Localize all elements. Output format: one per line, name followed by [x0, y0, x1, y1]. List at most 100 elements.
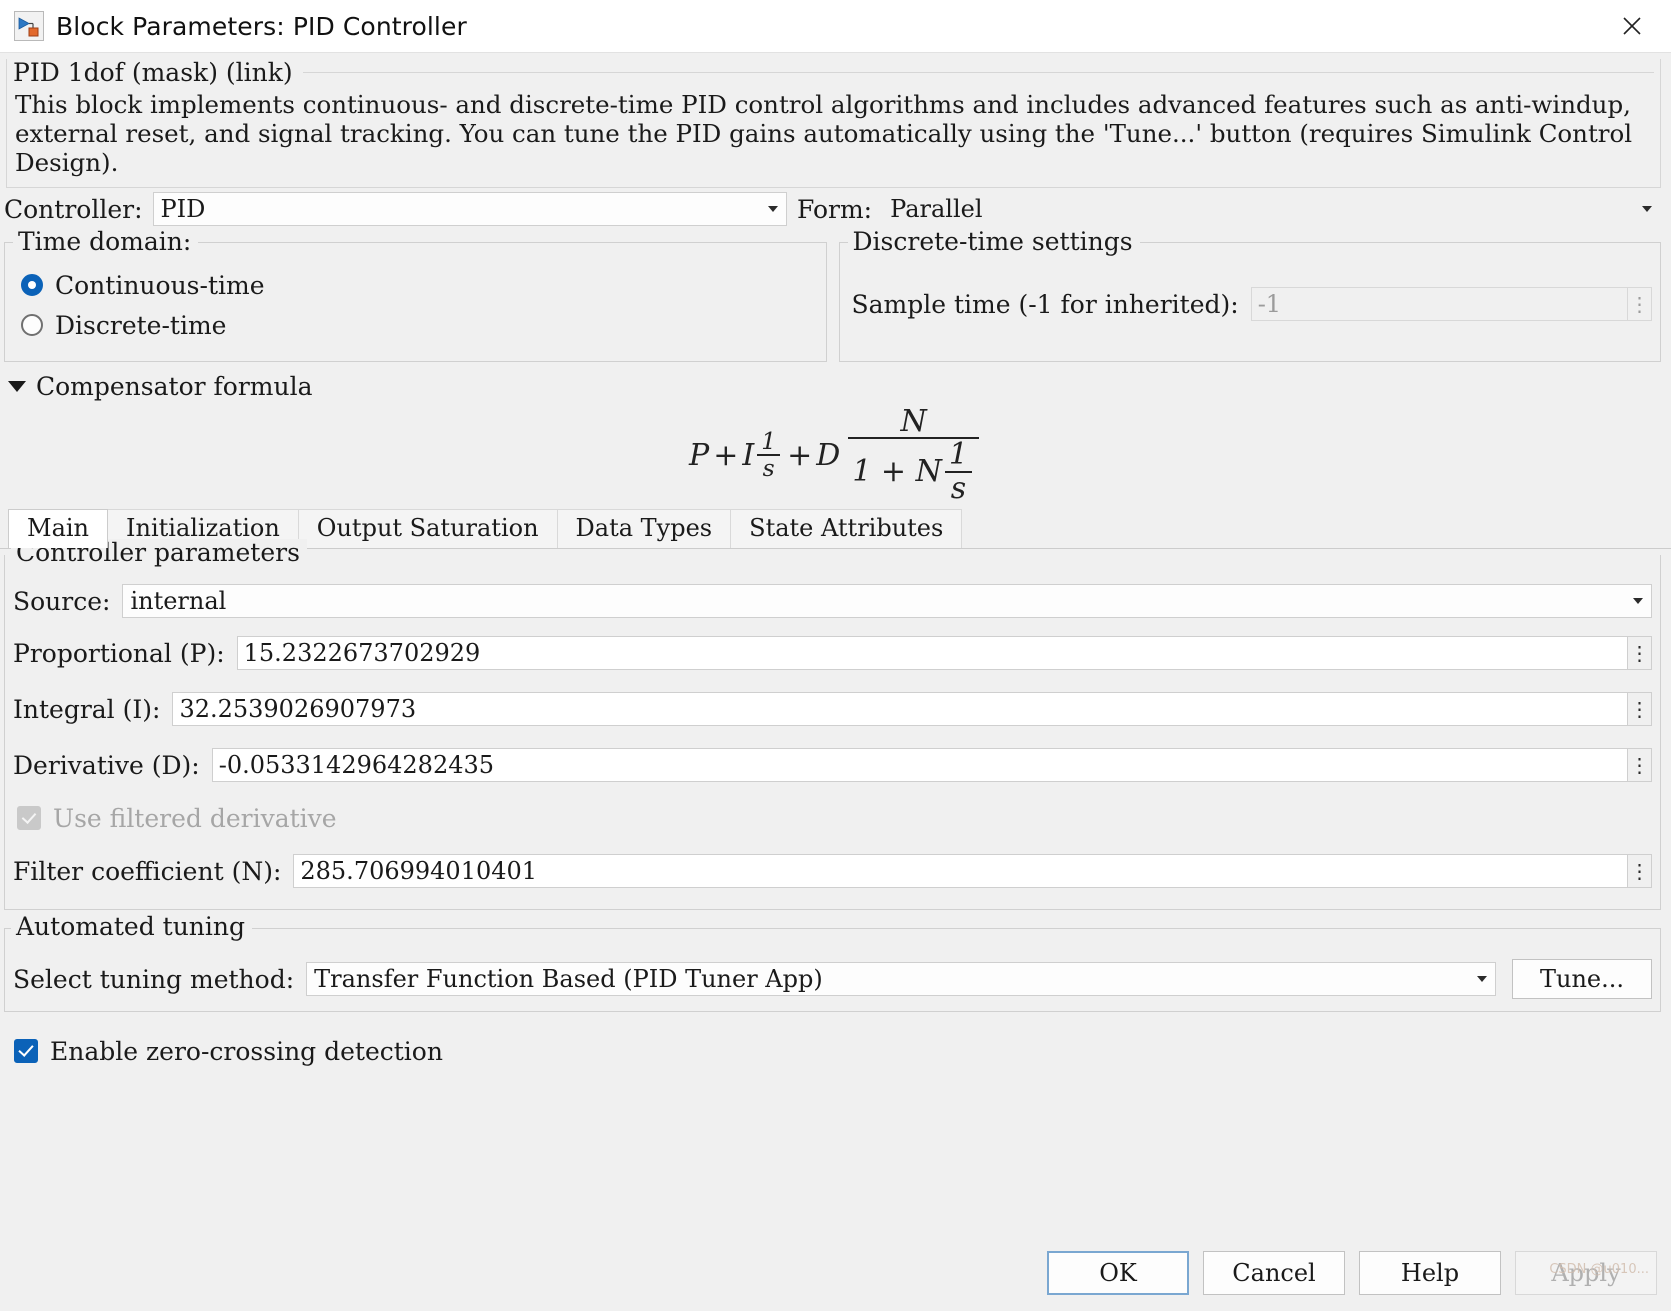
tune-button[interactable]: Tune... [1512, 959, 1652, 999]
formula-plus-1: + [713, 437, 739, 473]
formula-d-den-lead: 1 + N [852, 454, 942, 489]
formula-d-den-numerator: 1 [948, 437, 968, 473]
source-dropdown[interactable]: internal [122, 584, 1652, 618]
formula-plus-2: + [787, 437, 813, 473]
discrete-settings-legend: Discrete-time settings [847, 228, 1140, 256]
integral-spinner[interactable]: ⋮ [1628, 692, 1652, 726]
derivative-input[interactable]: -0.0533142964282435 [211, 748, 1628, 782]
form-label: Form: [797, 194, 873, 224]
controller-dropdown[interactable]: PID [152, 192, 787, 226]
form-field-group: Form: Parallel [787, 192, 1661, 226]
sample-time-input[interactable]: -1 [1250, 287, 1628, 321]
formula-d: D [816, 437, 841, 473]
filter-coefficient-input[interactable]: 285.706994010401 [293, 854, 1628, 888]
compensator-formula-toggle[interactable]: Compensator formula [0, 362, 1671, 401]
help-button[interactable]: Help [1359, 1251, 1501, 1295]
radio-continuous-time[interactable]: Continuous-time [17, 265, 814, 305]
chevron-down-icon [1633, 598, 1643, 604]
tuning-method-value: Transfer Function Based (PID Tuner App) [314, 965, 823, 993]
radio-discrete-time[interactable]: Discrete-time [17, 305, 814, 345]
use-filtered-derivative-checkbox[interactable]: Use filtered derivative [13, 793, 1652, 843]
mask-legend-label: PID 1dof (mask) (link) [13, 57, 303, 87]
formula-i: I [742, 437, 755, 473]
tuning-method-dropdown[interactable]: Transfer Function Based (PID Tuner App) [306, 962, 1496, 996]
mask-description-text: This block implements continuous- and di… [15, 90, 1633, 177]
form-value: Parallel [890, 195, 983, 223]
compensator-formula-display: P + I 1 s + D N 1 + N 1 s [0, 401, 1671, 509]
mask-legend-rule [302, 71, 1654, 73]
proportional-value: 15.2322673702929 [243, 639, 481, 667]
title-bar: Block Parameters: PID Controller [0, 0, 1671, 53]
mask-legend: PID 1dof (mask) (link) [13, 57, 1654, 87]
radio-continuous-time-label: Continuous-time [55, 270, 265, 300]
controller-label: Controller: [4, 194, 143, 224]
use-filtered-derivative-label: Use filtered derivative [53, 803, 337, 833]
dialog-body: PID 1dof (mask) (link) This block implem… [0, 53, 1671, 1311]
select-tuning-method-label: Select tuning method: [13, 964, 295, 994]
tab-output-saturation[interactable]: Output Saturation [297, 509, 558, 548]
source-value: internal [130, 587, 227, 615]
main-tab-panel: Controller parameters Source: internal P… [0, 539, 1671, 1076]
block-parameters-dialog: Block Parameters: PID Controller PID 1do… [0, 0, 1671, 1311]
compensator-formula: P + I 1 s + D N 1 + N 1 s [689, 406, 982, 505]
chevron-down-icon [768, 206, 778, 212]
simulink-block-icon [14, 11, 44, 41]
checkbox-checked-icon [14, 1039, 38, 1063]
sample-time-value: -1 [1257, 290, 1282, 318]
formula-d-numerator: N [900, 403, 927, 439]
enable-zero-crossing-checkbox[interactable]: Enable zero-crossing detection [4, 1026, 1661, 1076]
formula-d-denominator: 1 + N 1 s [848, 439, 979, 504]
radio-on-icon [21, 274, 43, 296]
filter-coefficient-spinner[interactable]: ⋮ [1628, 854, 1652, 888]
dialog-footer: OK Cancel Help Apply [0, 1235, 1671, 1311]
compensator-formula-label: Compensator formula [36, 372, 313, 401]
chevron-down-icon [8, 381, 26, 392]
apply-button[interactable]: Apply [1515, 1251, 1657, 1295]
formula-integral-fraction: 1 s [757, 427, 781, 482]
chevron-down-icon [1477, 976, 1487, 982]
formula-i-denominator: s [762, 454, 775, 482]
mask-description-group: PID 1dof (mask) (link) This block implem… [6, 57, 1661, 188]
checkbox-checked-disabled-icon [17, 806, 41, 830]
chevron-down-icon [1642, 206, 1652, 212]
tab-main[interactable]: Main [8, 509, 109, 548]
integral-input[interactable]: 32.2539026907973 [172, 692, 1628, 726]
radio-discrete-time-label: Discrete-time [55, 310, 227, 340]
formula-derivative-fraction: N 1 + N 1 s [848, 406, 979, 505]
proportional-input[interactable]: 15.2322673702929 [236, 636, 1628, 670]
integral-label: Integral (I): [13, 694, 161, 724]
sample-time-row: Sample time (-1 for inherited): -1 ⋮ [851, 287, 1652, 321]
source-label: Source: [13, 586, 111, 616]
ok-button[interactable]: OK [1047, 1251, 1189, 1295]
derivative-value: -0.0533142964282435 [218, 751, 495, 779]
tab-state-attributes[interactable]: State Attributes [730, 509, 963, 548]
filter-coefficient-value: 285.706994010401 [300, 857, 538, 885]
controller-field-group: Controller: PID [4, 192, 787, 226]
domain-settings-row: Time domain: Continuous-time Discrete-ti… [0, 228, 1671, 362]
derivative-spinner[interactable]: ⋮ [1628, 748, 1652, 782]
integral-value: 32.2539026907973 [179, 695, 417, 723]
integral-row: Integral (I): 32.2539026907973 ⋮ [13, 681, 1652, 737]
formula-i-numerator: 1 [761, 427, 777, 456]
filter-coefficient-label: Filter coefficient (N): [13, 856, 282, 886]
time-domain-group: Time domain: Continuous-time Discrete-ti… [4, 228, 827, 362]
tuning-method-row: Select tuning method: Transfer Function … [13, 959, 1652, 999]
sample-time-label: Sample time (-1 for inherited): [851, 289, 1239, 319]
tab-data-types[interactable]: Data Types [556, 509, 732, 548]
discrete-time-settings-group: Discrete-time settings Sample time (-1 f… [838, 228, 1661, 362]
cancel-button[interactable]: Cancel [1203, 1251, 1345, 1295]
derivative-label: Derivative (D): [13, 750, 200, 780]
derivative-row: Derivative (D): -0.0533142964282435 ⋮ [13, 737, 1652, 793]
automated-tuning-group: Automated tuning Select tuning method: T… [4, 913, 1661, 1012]
formula-p: P [689, 437, 710, 473]
close-icon[interactable] [1609, 6, 1655, 46]
enable-zero-crossing-label: Enable zero-crossing detection [50, 1036, 443, 1066]
filter-coefficient-row: Filter coefficient (N): 285.706994010401… [13, 843, 1652, 899]
proportional-spinner[interactable]: ⋮ [1628, 636, 1652, 670]
controller-value: PID [160, 195, 206, 223]
controller-form-row: Controller: PID Form: Parallel [0, 188, 1671, 230]
formula-d-den-fraction: 1 s [944, 437, 972, 504]
form-dropdown[interactable]: Parallel [882, 192, 1661, 226]
source-row: Source: internal [13, 577, 1652, 625]
sample-time-spinner[interactable]: ⋮ [1628, 287, 1652, 321]
